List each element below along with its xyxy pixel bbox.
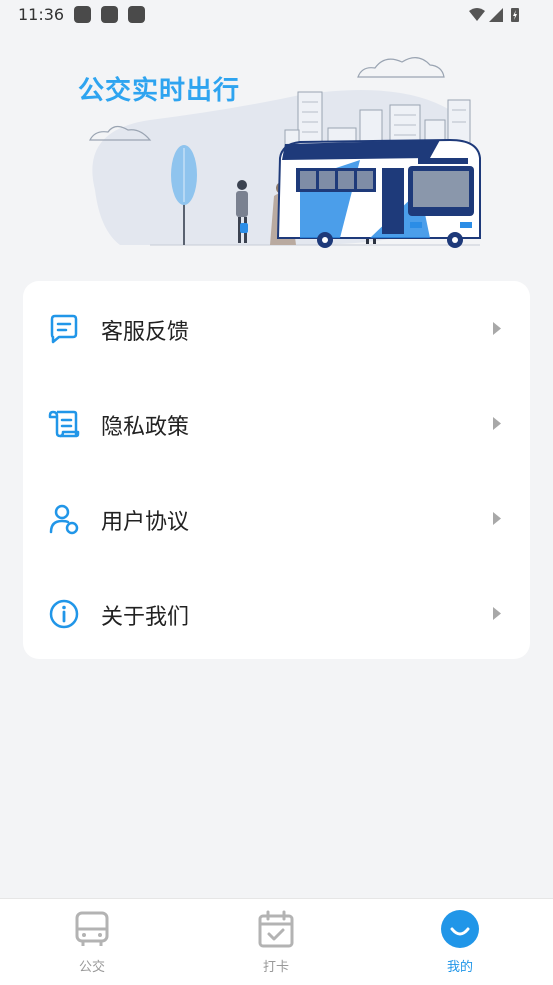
tab-mine[interactable]: 我的	[368, 899, 552, 985]
chevron-right-icon	[493, 512, 501, 525]
status-time: 11:36	[18, 5, 65, 24]
bottom-nav: 公交 打卡 我的	[0, 898, 553, 985]
tab-checkin[interactable]: 打卡	[184, 899, 368, 985]
menu-item-feedback[interactable]: 客服反馈	[23, 281, 530, 376]
privacy-scroll-icon	[48, 410, 80, 438]
feedback-icon	[50, 314, 78, 344]
user-agreement-icon	[49, 504, 79, 535]
tab-label: 打卡	[262, 960, 289, 975]
notification-icon	[128, 6, 145, 23]
banner-title: 公交实时出行	[78, 76, 241, 106]
banner: 公交实时出行	[0, 40, 553, 255]
menu-item-about-us[interactable]: 关于我们	[23, 566, 530, 661]
menu-card: 客服反馈 隐私政策 用户协议 关于我们	[23, 281, 530, 659]
tab-bus[interactable]: 公交	[0, 899, 184, 985]
info-icon	[49, 599, 79, 629]
wifi-icon	[469, 8, 485, 21]
tab-label: 公交	[78, 960, 105, 975]
menu-item-label: 隐私政策	[101, 415, 190, 440]
notification-icon	[101, 6, 118, 23]
notification-icon	[74, 6, 91, 23]
calendar-check-icon	[258, 910, 294, 948]
menu-item-label: 客服反馈	[101, 320, 190, 345]
system-status-icons	[469, 8, 519, 22]
menu-item-label: 关于我们	[101, 605, 190, 630]
menu-item-user-agreement[interactable]: 用户协议	[23, 471, 530, 566]
menu-item-label: 用户协议	[101, 510, 190, 535]
chevron-right-icon	[493, 322, 501, 335]
bus-icon	[75, 911, 109, 946]
chevron-right-icon	[493, 417, 501, 430]
chevron-right-icon	[493, 607, 501, 620]
tab-label: 我的	[446, 960, 473, 975]
signal-icon	[489, 8, 503, 22]
menu-item-privacy[interactable]: 隐私政策	[23, 376, 530, 471]
smile-icon	[441, 910, 479, 948]
status-bar: 11:36	[0, 0, 553, 30]
